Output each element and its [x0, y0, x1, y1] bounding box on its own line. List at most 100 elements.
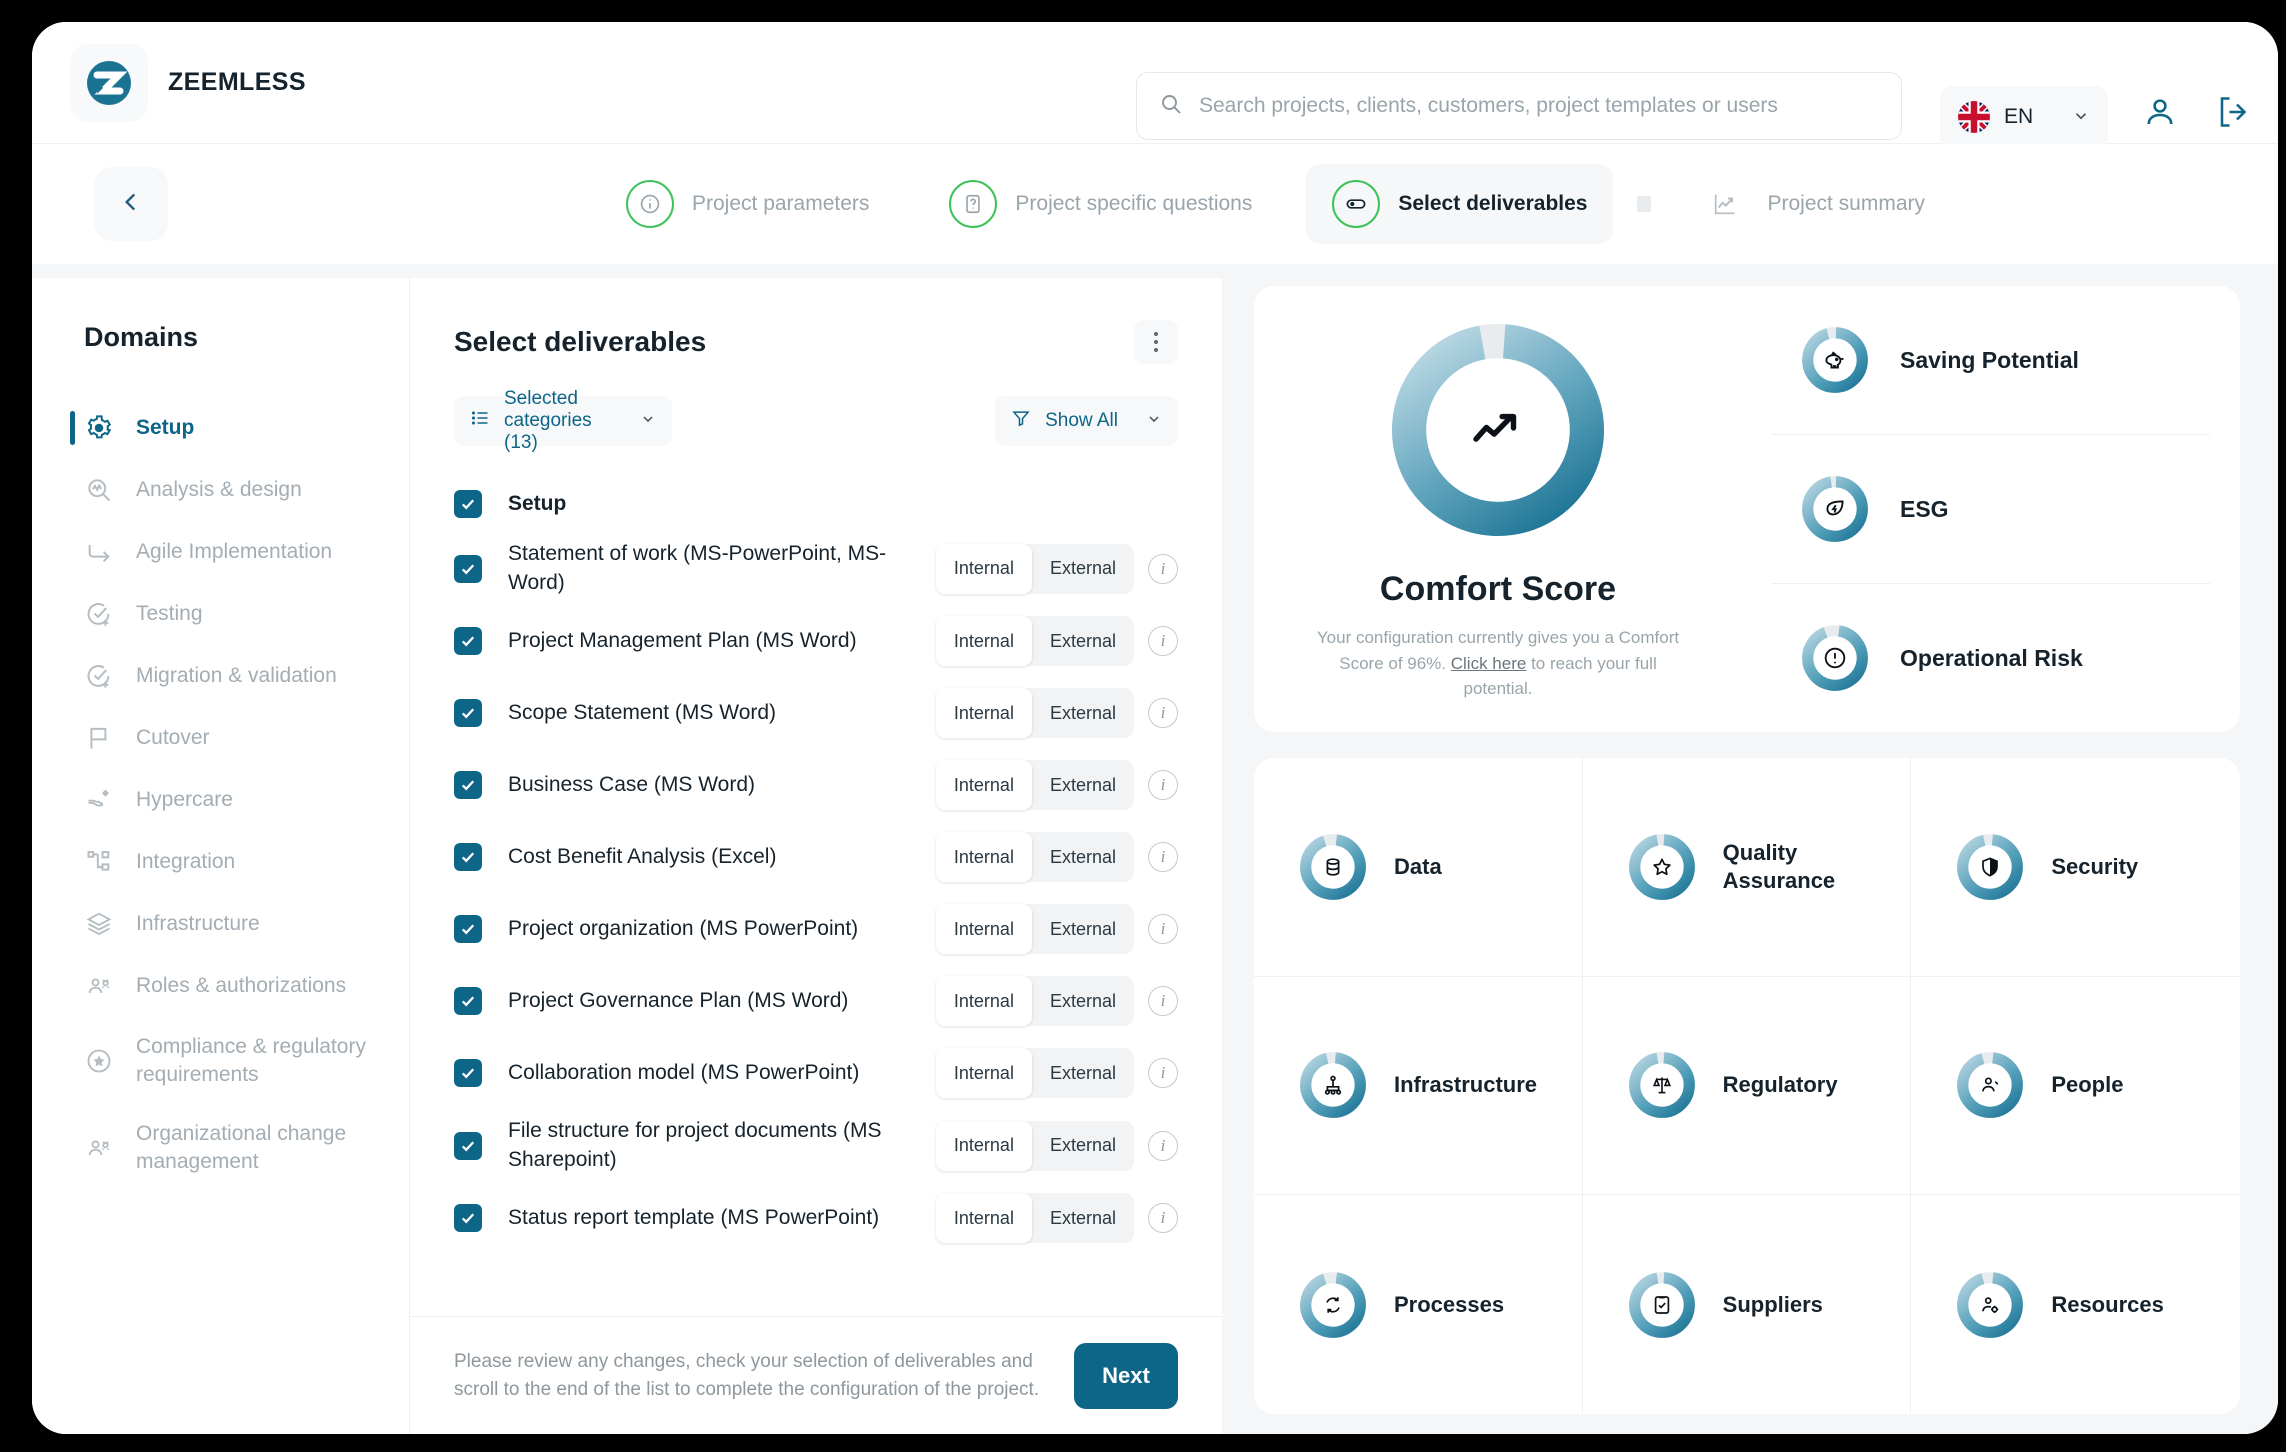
segment-external[interactable]: External: [1032, 760, 1134, 810]
internal-external-toggle[interactable]: Internal External: [936, 976, 1134, 1026]
segment-external[interactable]: External: [1032, 616, 1134, 666]
list-item[interactable]: Cost Benefit Analysis (Excel) Internal E…: [454, 821, 1178, 893]
next-button[interactable]: Next: [1074, 1343, 1178, 1409]
metric-esg[interactable]: ESG: [1772, 435, 2210, 584]
segment-external[interactable]: External: [1032, 544, 1134, 594]
show-all-filter[interactable]: Show All: [995, 396, 1178, 446]
internal-external-toggle[interactable]: Internal External: [936, 1121, 1134, 1171]
domain-card-infrastructure[interactable]: Infrastructure: [1254, 977, 1583, 1196]
segment-external[interactable]: External: [1032, 976, 1134, 1026]
info-icon[interactable]: i: [1148, 626, 1178, 656]
list-item[interactable]: Status report template (MS PowerPoint) I…: [454, 1182, 1178, 1254]
step-project-parameters[interactable]: Project parameters: [600, 164, 895, 244]
list-item[interactable]: Business Case (MS Word) Internal Externa…: [454, 749, 1178, 821]
sidebar-item-infrastructure[interactable]: Infrastructure: [32, 893, 409, 955]
info-icon[interactable]: i: [1148, 914, 1178, 944]
internal-external-toggle[interactable]: Internal External: [936, 904, 1134, 954]
segment-internal[interactable]: Internal: [936, 1048, 1032, 1098]
sidebar-item-analysis-design[interactable]: Analysis & design: [32, 459, 409, 521]
metric-operational-risk[interactable]: Operational Risk: [1772, 584, 2210, 732]
sidebar-item-compliance-regulatory[interactable]: Compliance & regulatory requirements: [32, 1017, 409, 1104]
internal-external-toggle[interactable]: Internal External: [936, 688, 1134, 738]
domain-card-data[interactable]: Data: [1254, 758, 1583, 977]
segment-internal[interactable]: Internal: [936, 976, 1032, 1026]
segment-internal[interactable]: Internal: [936, 616, 1032, 666]
sidebar-item-cutover[interactable]: Cutover: [32, 707, 409, 769]
segment-external[interactable]: External: [1032, 832, 1134, 882]
checkbox-checked[interactable]: [454, 843, 482, 871]
sidebar-item-testing[interactable]: Testing: [32, 583, 409, 645]
domain-card-people[interactable]: People: [1911, 977, 2240, 1196]
domain-card-regulatory[interactable]: Regulatory: [1583, 977, 1912, 1196]
checkbox-checked[interactable]: [454, 1132, 482, 1160]
checkbox-checked[interactable]: [454, 555, 482, 583]
segment-internal[interactable]: Internal: [936, 760, 1032, 810]
sidebar-item-organizational-change-management[interactable]: Organizational change management: [32, 1104, 409, 1191]
sidebar-item-agile-implementation[interactable]: Agile Implementation: [32, 521, 409, 583]
info-icon[interactable]: i: [1148, 1131, 1178, 1161]
segment-external[interactable]: External: [1032, 688, 1134, 738]
list-item[interactable]: Project Management Plan (MS Word) Intern…: [454, 605, 1178, 677]
search-input[interactable]: [1199, 94, 1879, 118]
sidebar-item-migration-validation[interactable]: Migration & validation: [32, 645, 409, 707]
internal-external-toggle[interactable]: Internal External: [936, 760, 1134, 810]
segment-external[interactable]: External: [1032, 1121, 1134, 1171]
segment-internal[interactable]: Internal: [936, 688, 1032, 738]
list-item[interactable]: Statement of work (MS-PowerPoint, MS-Wor…: [454, 532, 1178, 605]
domain-card-processes[interactable]: Processes: [1254, 1195, 1583, 1414]
logout-icon[interactable]: [2216, 94, 2252, 135]
sidebar-item-integration[interactable]: Integration: [32, 831, 409, 893]
comfort-click-here-link[interactable]: Click here: [1451, 654, 1527, 673]
info-icon[interactable]: i: [1148, 770, 1178, 800]
list-item[interactable]: Project organization (MS PowerPoint) Int…: [454, 893, 1178, 965]
info-icon[interactable]: i: [1148, 554, 1178, 584]
checkbox-checked[interactable]: [454, 490, 482, 518]
checkbox-checked[interactable]: [454, 915, 482, 943]
internal-external-toggle[interactable]: Internal External: [936, 616, 1134, 666]
info-icon[interactable]: i: [1148, 842, 1178, 872]
back-button[interactable]: [94, 167, 168, 241]
checkbox-checked[interactable]: [454, 1059, 482, 1087]
more-vertical-icon[interactable]: [1134, 320, 1178, 364]
segment-internal[interactable]: Internal: [936, 1121, 1032, 1171]
brand[interactable]: ZEEMLESS: [70, 44, 306, 122]
segment-internal[interactable]: Internal: [936, 832, 1032, 882]
internal-external-toggle[interactable]: Internal External: [936, 544, 1134, 594]
list-item[interactable]: Scope Statement (MS Word) Internal Exter…: [454, 677, 1178, 749]
deliverables-list[interactable]: Setup Statement of work (MS-PowerPoint, …: [410, 476, 1222, 1316]
segment-external[interactable]: External: [1032, 1048, 1134, 1098]
internal-external-toggle[interactable]: Internal External: [936, 1193, 1134, 1243]
checkbox-checked[interactable]: [454, 627, 482, 655]
domain-card-resources[interactable]: Resources: [1911, 1195, 2240, 1414]
list-item[interactable]: Collaboration model (MS PowerPoint) Inte…: [454, 1037, 1178, 1109]
metric-saving-potential[interactable]: Saving Potential: [1772, 286, 2210, 435]
sidebar-item-roles-authorizations[interactable]: Roles & authorizations: [32, 955, 409, 1017]
info-icon[interactable]: i: [1148, 1058, 1178, 1088]
search-box[interactable]: [1136, 72, 1902, 140]
checkbox-checked[interactable]: [454, 1204, 482, 1232]
domain-card-quality-assurance[interactable]: Quality Assurance: [1583, 758, 1912, 977]
step-project-specific-questions[interactable]: Project specific questions: [923, 164, 1278, 244]
language-selector[interactable]: EN: [1940, 86, 2108, 148]
list-item[interactable]: Setup: [454, 476, 1178, 532]
user-account-icon[interactable]: [2142, 94, 2178, 135]
checkbox-checked[interactable]: [454, 771, 482, 799]
sidebar-item-setup[interactable]: Setup: [32, 397, 409, 459]
domain-card-security[interactable]: Security: [1911, 758, 2240, 977]
segment-external[interactable]: External: [1032, 904, 1134, 954]
segment-internal[interactable]: Internal: [936, 904, 1032, 954]
info-icon[interactable]: i: [1148, 1203, 1178, 1233]
step-project-summary[interactable]: Project summary: [1675, 164, 1951, 244]
domain-card-suppliers[interactable]: Suppliers: [1583, 1195, 1912, 1414]
info-icon[interactable]: i: [1148, 986, 1178, 1016]
internal-external-toggle[interactable]: Internal External: [936, 832, 1134, 882]
segment-internal[interactable]: Internal: [936, 544, 1032, 594]
info-icon[interactable]: i: [1148, 698, 1178, 728]
checkbox-checked[interactable]: [454, 699, 482, 727]
checkbox-checked[interactable]: [454, 987, 482, 1015]
internal-external-toggle[interactable]: Internal External: [936, 1048, 1134, 1098]
step-select-deliverables[interactable]: Select deliverables: [1306, 164, 1613, 244]
list-item[interactable]: Project Governance Plan (MS Word) Intern…: [454, 965, 1178, 1037]
selected-categories-dropdown[interactable]: Selected categories (13): [454, 396, 672, 446]
segment-external[interactable]: External: [1032, 1193, 1134, 1243]
